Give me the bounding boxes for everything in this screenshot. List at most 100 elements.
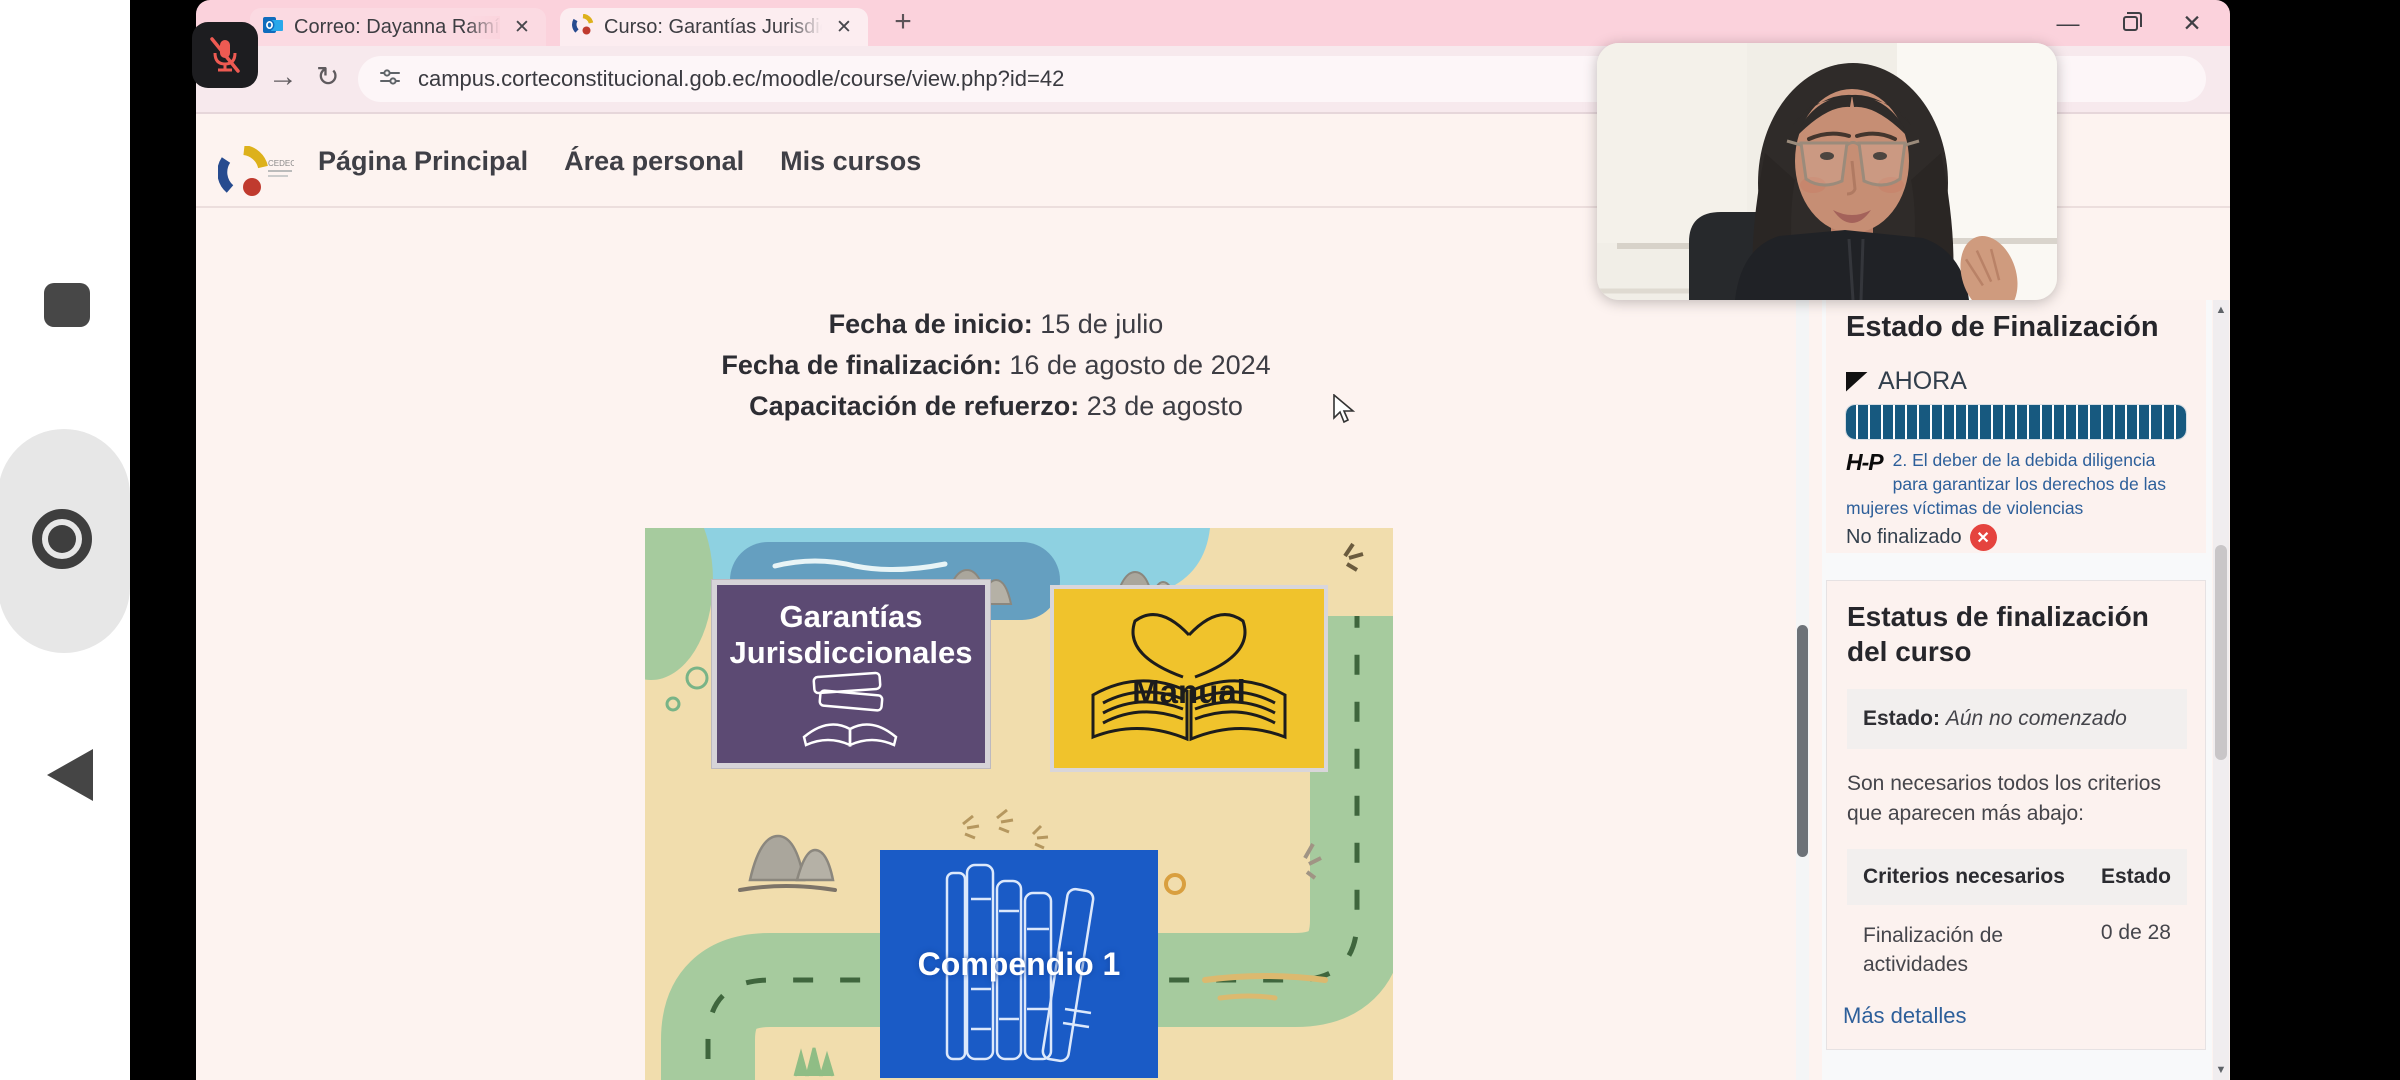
progress-segment <box>2029 405 2039 439</box>
date-row: Fecha de inicio: 15 de julio <box>196 304 1796 345</box>
state-value: Aún no comenzado <box>1946 707 2127 730</box>
progress-segment <box>2042 405 2052 439</box>
tile-garantias-jurisdiccionales[interactable]: Garantías Jurisdiccionales <box>712 580 990 768</box>
progress-segment <box>2078 405 2088 439</box>
stop-recording-button[interactable] <box>44 283 90 327</box>
date-row: Capacitación de refuerzo: 23 de agosto <box>196 386 1796 427</box>
status-header: Estado <box>2101 865 2171 889</box>
date-row: Fecha de finalización: 16 de agosto de 2… <box>196 345 1796 386</box>
now-marker: AHORA <box>1846 367 2186 396</box>
course-status-block: Estatus de finalización del curso Estado… <box>1826 580 2206 1050</box>
restore-icon[interactable] <box>2112 10 2148 37</box>
tab-title-fade <box>466 16 500 39</box>
new-tab-button[interactable]: + <box>884 4 922 42</box>
table-row: Finalización de actividades 0 de 28 <box>1847 905 2187 995</box>
mic-off-icon <box>205 35 245 75</box>
state-box: Estado: Aún no comenzado <box>1847 689 2187 749</box>
main-nav: Página Principal Área personal Mis curso… <box>318 114 921 208</box>
cedec-logo-icon[interactable]: CEDEC <box>218 146 294 203</box>
url-text: campus.corteconstitucional.gob.ec/moodle… <box>418 66 1064 92</box>
nav-pagina-principal[interactable]: Página Principal <box>318 146 528 177</box>
nav-area-personal[interactable]: Área personal <box>564 146 744 177</box>
progress-segment <box>1846 405 1856 439</box>
progress-segment <box>1968 405 1978 439</box>
svg-text:CEDEC: CEDEC <box>268 159 294 168</box>
tab-correo-outlook[interactable]: Correo: Dayanna Ramírez - Out ✕ <box>250 8 546 46</box>
back-triangle-button[interactable] <box>47 749 93 801</box>
tile-label: Garantías Jurisdiccionales <box>721 599 981 671</box>
completion-progress-bar[interactable] <box>1846 405 2186 439</box>
progress-segment <box>2127 405 2137 439</box>
progress-segment <box>1956 405 1966 439</box>
books-icon <box>786 671 916 749</box>
progress-segment <box>2017 405 2027 439</box>
activity-link[interactable]: 2. El deber de la debida diligencia para… <box>1846 450 2166 518</box>
progress-segment <box>2090 405 2100 439</box>
not-finished-row: No finalizado ✕ <box>1846 524 2186 551</box>
close-tab-icon[interactable]: ✕ <box>510 16 534 39</box>
progress-segment <box>1919 405 1929 439</box>
progress-segment <box>2005 405 2015 439</box>
drawer-scrollbar-thumb[interactable] <box>2215 545 2227 760</box>
tab-title: Correo: Dayanna Ramírez - Out <box>294 16 500 39</box>
tile-compendio-1[interactable]: Compendio 1 <box>880 850 1158 1078</box>
record-button-pill[interactable] <box>0 429 130 653</box>
drawer-scrollbar[interactable]: ▲ ▼ <box>2213 300 2229 1080</box>
progress-segment <box>1944 405 1954 439</box>
site-info-tune-icon[interactable] <box>378 65 402 94</box>
progress-segment <box>2054 405 2064 439</box>
close-tab-icon[interactable]: ✕ <box>832 16 856 39</box>
progress-segment <box>2103 405 2113 439</box>
more-details-link[interactable]: Más detalles <box>1843 1003 2185 1029</box>
status-cell: 0 de 28 <box>2101 921 2171 979</box>
mouse-cursor <box>1332 394 1358 429</box>
requirement-text: Son necesarios todos los criterios que a… <box>1847 769 2177 829</box>
now-flag-icon <box>1846 372 1868 392</box>
window-controls: — ✕ <box>2050 6 2210 40</box>
criteria-header: Criterios necesarios <box>1863 865 2065 889</box>
nav-mis-cursos[interactable]: Mis cursos <box>780 146 921 177</box>
progress-segment <box>2139 405 2149 439</box>
progress-segment <box>2164 405 2174 439</box>
progress-segment <box>1858 405 1868 439</box>
course-dates: Fecha de inicio: 15 de julio Fecha de fi… <box>196 304 1796 427</box>
h5p-icon: H-P <box>1846 450 1883 474</box>
criteria-cell: Finalización de actividades <box>1863 921 2043 979</box>
progress-segment <box>1980 405 1990 439</box>
progress-segment <box>1895 405 1905 439</box>
scroll-down-icon[interactable]: ▼ <box>2213 1064 2229 1076</box>
close-window-icon[interactable]: ✕ <box>2174 10 2210 37</box>
forward-icon[interactable]: → <box>268 60 298 94</box>
progress-segment <box>2066 405 2076 439</box>
presenter-video <box>1597 43 2057 300</box>
tile-label: Manual <box>1054 673 1324 711</box>
progress-segment <box>2151 405 2161 439</box>
progress-segment <box>2176 405 2186 439</box>
tile-label: Compendio 1 <box>880 946 1158 983</box>
state-label: Estado: <box>1863 707 1946 730</box>
progress-segment <box>1907 405 1917 439</box>
course-status-title: Estatus de finalización del curso <box>1847 599 2185 669</box>
screen: Correo: Dayanna Ramírez - Out ✕ Curso: G… <box>0 0 2400 1080</box>
not-finished-label: No finalizado <box>1846 526 1962 549</box>
completion-block: Estado de Finalización AHORA H-P 2. El d… <box>1826 300 2206 553</box>
tab-strip: Correo: Dayanna Ramírez - Out ✕ Curso: G… <box>196 0 2230 46</box>
minimize-icon[interactable]: — <box>2050 10 2086 37</box>
content-scrollbar[interactable] <box>1796 300 1809 1080</box>
progress-segment <box>2115 405 2125 439</box>
tab-curso-garantias[interactable]: Curso: Garantías Jurisdiccionale ✕ <box>560 8 868 46</box>
recorder-toolbar <box>0 0 130 1080</box>
webcam-overlay[interactable] <box>1597 43 2057 300</box>
outlook-icon <box>262 14 284 41</box>
scroll-up-icon[interactable]: ▲ <box>2213 304 2229 316</box>
reload-icon[interactable]: ↻ <box>316 60 339 93</box>
progress-segment <box>1870 405 1880 439</box>
content-scrollbar-thumb[interactable] <box>1797 625 1808 857</box>
tile-manual[interactable]: Manual <box>1050 585 1328 772</box>
mic-muted-button[interactable] <box>192 22 258 88</box>
activity-link-row: H-P 2. El deber de la debida diligencia … <box>1846 448 2188 520</box>
course-map-image: Garantías Jurisdiccionales <box>645 528 1393 1080</box>
not-finished-x-icon: ✕ <box>1970 524 1997 551</box>
progress-segment <box>1932 405 1942 439</box>
tab-title: Curso: Garantías Jurisdiccionale <box>604 16 822 39</box>
